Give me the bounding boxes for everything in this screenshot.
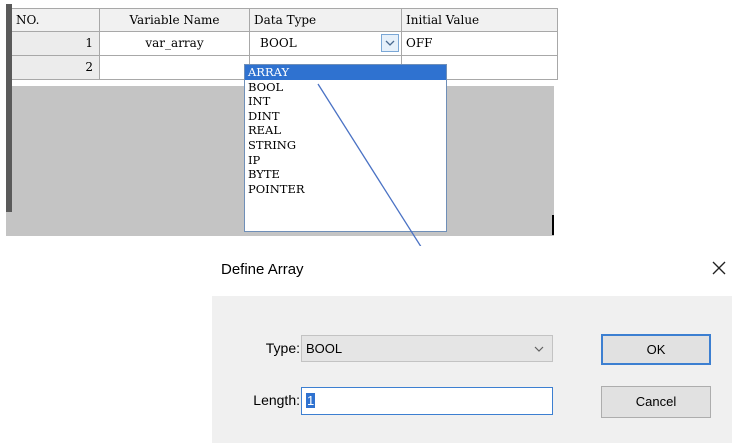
dialog-title: Define Array [221, 261, 304, 278]
type-label: Type: [265, 340, 300, 356]
dropdown-option-int[interactable]: INT [245, 94, 446, 109]
header-no[interactable]: NO. [12, 8, 100, 32]
dropdown-option-array[interactable]: ARRAY [245, 65, 446, 80]
row-number: 2 [12, 56, 100, 80]
dropdown-option-ip[interactable]: IP [245, 153, 446, 168]
chevron-down-icon [534, 346, 544, 352]
dropdown-option-string[interactable]: STRING [245, 138, 446, 153]
length-label: Length: [253, 392, 300, 408]
data-type-value: BOOL [260, 36, 297, 50]
dropdown-option-byte[interactable]: BYTE [245, 167, 446, 182]
type-select[interactable]: BOOL [301, 335, 553, 362]
dropdown-option-pointer[interactable]: POINTER [245, 182, 446, 197]
ok-button[interactable]: OK [601, 334, 711, 365]
data-type-dropdown-list: ARRAY BOOL INT DINT REAL STRING IP BYTE … [244, 64, 447, 232]
chevron-down-icon [385, 40, 395, 46]
data-type-cell[interactable]: BOOL [250, 32, 402, 56]
cancel-button[interactable]: Cancel [601, 386, 711, 418]
define-array-dialog: Define Array Type: BOOL Length: 1 OK Can… [212, 246, 732, 443]
variable-name-cell[interactable]: var_array [100, 32, 250, 56]
length-input[interactable]: 1 [301, 387, 553, 415]
data-type-dropdown-button[interactable] [381, 34, 399, 52]
variable-name-cell[interactable] [100, 56, 250, 80]
header-variable-name[interactable]: Variable Name [100, 8, 250, 32]
close-icon [712, 261, 726, 275]
dialog-body: Type: BOOL Length: 1 OK Cancel [212, 296, 732, 443]
dropdown-option-real[interactable]: REAL [245, 123, 446, 138]
row-number: 1 [12, 32, 100, 56]
initial-value-cell[interactable]: OFF [402, 32, 558, 56]
table-header-row: NO. Variable Name Data Type Initial Valu… [12, 8, 558, 32]
dropdown-option-dint[interactable]: DINT [245, 109, 446, 124]
header-data-type[interactable]: Data Type [250, 8, 402, 32]
header-initial-value[interactable]: Initial Value [402, 8, 558, 32]
table-row[interactable]: 1 var_array BOOL OFF [12, 32, 558, 56]
close-button[interactable] [708, 257, 730, 279]
dropdown-option-bool[interactable]: BOOL [245, 80, 446, 95]
length-input-value: 1 [306, 393, 316, 408]
type-select-value: BOOL [306, 341, 343, 356]
resize-grip [552, 215, 554, 235]
